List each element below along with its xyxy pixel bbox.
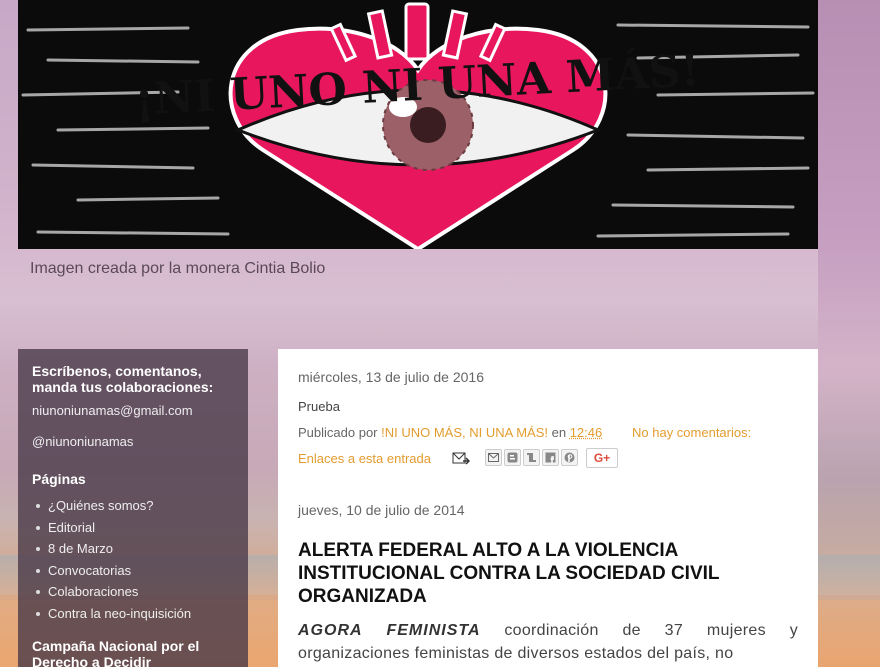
banner-caption: Imagen creada por la monera Cintia Bolio bbox=[30, 260, 326, 277]
post-footer: Publicado por !NI UNO MÁS, NI UNA MÁS! e… bbox=[298, 425, 602, 440]
published-by-label: Publicado por bbox=[298, 425, 378, 440]
backlinks-link[interactable]: Enlaces a esta entrada bbox=[298, 451, 431, 466]
comments-link[interactable]: No hay comentarios: bbox=[632, 425, 751, 440]
contact-email: niunoniunamas@gmail.com bbox=[32, 403, 193, 418]
email-post-icon[interactable] bbox=[452, 451, 471, 470]
page-link-editorial[interactable]: Editorial bbox=[36, 517, 234, 539]
post-body: Prueba bbox=[298, 399, 340, 414]
page-link-quienes-somos[interactable]: ¿Quiénes somos? bbox=[36, 495, 234, 517]
page-link-convocatorias[interactable]: Convocatorias bbox=[36, 560, 234, 582]
excerpt-lead: AGORA FEMINISTA bbox=[298, 622, 481, 639]
in-label: en bbox=[551, 425, 567, 440]
header-banner[interactable]: ¡NI UNO NI UNA MÁS! bbox=[18, 0, 818, 249]
campaign-widget-title: Campaña Nacional por el Derecho a Decidi… bbox=[32, 638, 200, 667]
pages-widget-title: Páginas bbox=[32, 471, 86, 487]
main-column: miércoles, 13 de julio de 2016 Prueba Pu… bbox=[278, 349, 818, 667]
blogger-icon[interactable] bbox=[504, 449, 521, 466]
google-plus-button[interactable]: G+ bbox=[586, 448, 618, 468]
twitter-icon[interactable] bbox=[523, 449, 540, 466]
heart-eye-illustration: ¡NI UNO NI UNA MÁS! bbox=[21, 2, 815, 249]
author-link[interactable]: !NI UNO MÁS, NI UNA MÁS! bbox=[381, 425, 548, 440]
contact-handle: @niunoniunamas bbox=[32, 434, 134, 449]
page-link-contra-neo-inquisicion[interactable]: Contra la neo-inquisición bbox=[36, 603, 234, 625]
pinterest-icon[interactable] bbox=[561, 449, 578, 466]
post-time-link[interactable]: 12:46 bbox=[570, 425, 603, 440]
page-link-colaboraciones[interactable]: Colaboraciones bbox=[36, 581, 234, 603]
post-date: miércoles, 13 de julio de 2016 bbox=[298, 369, 485, 385]
post-title-link[interactable]: ALERTA FEDERAL ALTO A LA VIOLENCIA INSTI… bbox=[298, 539, 798, 608]
post-excerpt: AGORA FEMINISTA coordinación de 37 mujer… bbox=[298, 619, 798, 665]
post-date: jueves, 10 de julio de 2014 bbox=[298, 502, 465, 518]
page-link-8-de-marzo[interactable]: 8 de Marzo bbox=[36, 538, 234, 560]
pages-list: ¿Quiénes somos? Editorial 8 de Marzo Con… bbox=[32, 495, 234, 624]
share-buttons bbox=[485, 449, 578, 466]
contact-widget-title: Escríbenos, comentanos, manda tus colabo… bbox=[32, 363, 214, 395]
facebook-icon[interactable] bbox=[542, 449, 559, 466]
email-icon[interactable] bbox=[485, 449, 502, 466]
sidebar: Escríbenos, comentanos, manda tus colabo… bbox=[18, 349, 248, 667]
